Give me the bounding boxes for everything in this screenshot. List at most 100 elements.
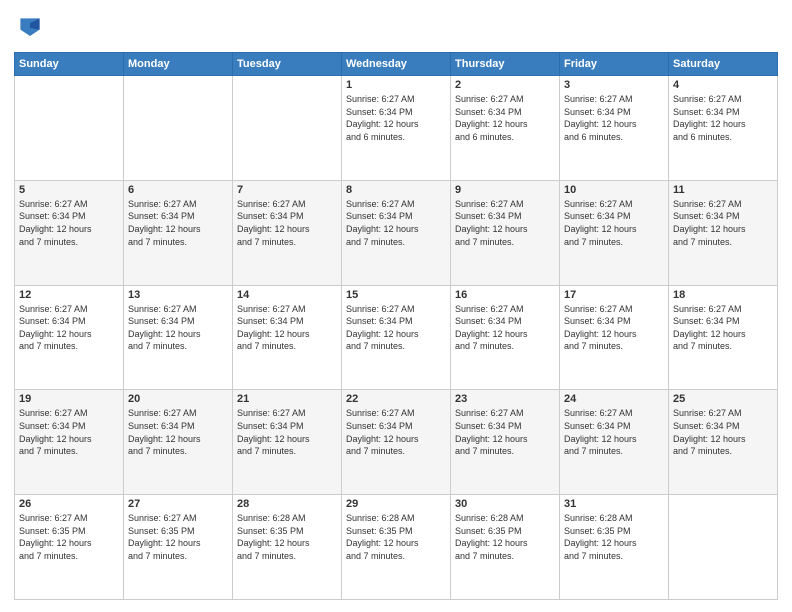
day-number: 24 (564, 393, 664, 405)
calendar-table: SundayMondayTuesdayWednesdayThursdayFrid… (14, 52, 778, 600)
day-number: 10 (564, 184, 664, 196)
day-info: Sunrise: 6:27 AM Sunset: 6:34 PM Dayligh… (673, 407, 773, 457)
calendar-cell: 28 Sunrise: 6:28 AM Sunset: 6:35 PM Dayli… (233, 495, 342, 600)
day-info: Sunrise: 6:27 AM Sunset: 6:34 PM Dayligh… (346, 303, 446, 353)
calendar-cell: 12Sunrise: 6:27 AM Sunset: 6:34 PM Dayli… (15, 285, 124, 390)
day-number: 7 (237, 184, 337, 196)
calendar-cell: 21 Sunrise: 6:27 AM Sunset: 6:34 PM Dayli… (233, 390, 342, 495)
day-number: 3 (564, 79, 664, 91)
day-info: Sunrise: 6:27 AM Sunset: 6:34 PM Dayligh… (455, 93, 555, 143)
day-info: Sunrise: 6:28 AM Sunset: 6:35 PM Dayligh… (346, 512, 446, 562)
column-header-monday: Monday (124, 53, 233, 76)
calendar-cell: 9 Sunrise: 6:27 AM Sunset: 6:34 PM Daylig… (451, 180, 560, 285)
calendar-cell: 23 Sunrise: 6:27 AM Sunset: 6:34 PM Dayli… (451, 390, 560, 495)
column-header-sunday: Sunday (15, 53, 124, 76)
day-number: 25 (673, 393, 773, 405)
day-number: 15 (346, 289, 446, 301)
day-info: Sunrise: 6:27 AM Sunset: 6:34 PM Dayligh… (346, 93, 446, 143)
day-number: 5 (19, 184, 119, 196)
day-info: Sunrise: 6:27 AM Sunset: 6:34 PM Dayligh… (19, 198, 119, 248)
day-number: 22 (346, 393, 446, 405)
calendar-cell: 30Sunrise: 6:28 AM Sunset: 6:35 PM Dayli… (451, 495, 560, 600)
calendar-cell: 16Sunrise: 6:27 AM Sunset: 6:34 PM Dayli… (451, 285, 560, 390)
calendar-week-1: 1Sunrise: 6:27 AM Sunset: 6:34 PM Daylig… (15, 76, 778, 181)
day-info: Sunrise: 6:27 AM Sunset: 6:34 PM Dayligh… (673, 198, 773, 248)
calendar-cell: 14 Sunrise: 6:27 AM Sunset: 6:34 PM Dayli… (233, 285, 342, 390)
day-number: 17 (564, 289, 664, 301)
calendar-cell: 29 Sunrise: 6:28 AM Sunset: 6:35 PM Dayli… (342, 495, 451, 600)
day-info: Sunrise: 6:27 AM Sunset: 6:34 PM Dayligh… (128, 198, 228, 248)
column-header-saturday: Saturday (669, 53, 778, 76)
day-number: 18 (673, 289, 773, 301)
day-info: Sunrise: 6:27 AM Sunset: 6:35 PM Dayligh… (19, 512, 119, 562)
day-number: 29 (346, 498, 446, 510)
day-number: 9 (455, 184, 555, 196)
day-info: Sunrise: 6:27 AM Sunset: 6:34 PM Dayligh… (237, 198, 337, 248)
column-header-friday: Friday (560, 53, 669, 76)
calendar-cell (124, 76, 233, 181)
day-info: Sunrise: 6:27 AM Sunset: 6:34 PM Dayligh… (564, 407, 664, 457)
day-info: Sunrise: 6:27 AM Sunset: 6:34 PM Dayligh… (455, 198, 555, 248)
calendar-cell: 31Sunrise: 6:28 AM Sunset: 6:35 PM Dayli… (560, 495, 669, 600)
calendar-cell: 8 Sunrise: 6:27 AM Sunset: 6:34 PM Daylig… (342, 180, 451, 285)
calendar-cell: 25 Sunrise: 6:27 AM Sunset: 6:34 PM Dayli… (669, 390, 778, 495)
day-info: Sunrise: 6:28 AM Sunset: 6:35 PM Dayligh… (564, 512, 664, 562)
calendar-cell: 3 Sunrise: 6:27 AM Sunset: 6:34 PM Daylig… (560, 76, 669, 181)
day-info: Sunrise: 6:27 AM Sunset: 6:34 PM Dayligh… (564, 93, 664, 143)
calendar-cell: 19 Sunrise: 6:27 AM Sunset: 6:34 PM Dayli… (15, 390, 124, 495)
day-number: 20 (128, 393, 228, 405)
day-number: 8 (346, 184, 446, 196)
day-info: Sunrise: 6:27 AM Sunset: 6:34 PM Dayligh… (19, 407, 119, 457)
day-number: 14 (237, 289, 337, 301)
day-number: 23 (455, 393, 555, 405)
calendar-cell: 17 Sunrise: 6:27 AM Sunset: 6:34 PM Dayli… (560, 285, 669, 390)
generalblue-logo-icon (14, 12, 46, 44)
calendar-cell: 10 Sunrise: 6:27 AM Sunset: 6:34 PM Dayli… (560, 180, 669, 285)
day-number: 21 (237, 393, 337, 405)
calendar-cell: 4Sunrise: 6:27 AM Sunset: 6:34 PM Daylig… (669, 76, 778, 181)
column-header-thursday: Thursday (451, 53, 560, 76)
day-number: 12 (19, 289, 119, 301)
column-header-tuesday: Tuesday (233, 53, 342, 76)
column-header-wednesday: Wednesday (342, 53, 451, 76)
day-info: Sunrise: 6:28 AM Sunset: 6:35 PM Dayligh… (237, 512, 337, 562)
calendar-cell (15, 76, 124, 181)
day-info: Sunrise: 6:27 AM Sunset: 6:34 PM Dayligh… (455, 407, 555, 457)
day-number: 19 (19, 393, 119, 405)
calendar-cell: 2 Sunrise: 6:27 AM Sunset: 6:34 PM Daylig… (451, 76, 560, 181)
calendar-week-4: 19 Sunrise: 6:27 AM Sunset: 6:34 PM Dayli… (15, 390, 778, 495)
calendar-week-3: 12 Sunrise: 6:27 AM Sunset: 6:34 PM Dayli… (15, 285, 778, 390)
header (14, 12, 778, 44)
day-info: Sunrise: 6:27 AM Sunset: 6:34 PM Dayligh… (237, 303, 337, 353)
calendar-cell: 6 Sunrise: 6:27 AM Sunset: 6:34 PM Daylig… (124, 180, 233, 285)
calendar-cell (669, 495, 778, 600)
calendar-week-2: 5 Sunrise: 6:27 AM Sunset: 6:34 PM Daylig… (15, 180, 778, 285)
calendar-header-row: SundayMondayTuesdayWednesdayThursdayFrid… (15, 53, 778, 76)
day-number: 27 (128, 498, 228, 510)
calendar-cell: 15 Sunrise: 6:27 AM Sunset: 6:34 PM Dayli… (342, 285, 451, 390)
calendar-cell: 1Sunrise: 6:27 AM Sunset: 6:34 PM Daylig… (342, 76, 451, 181)
day-info: Sunrise: 6:27 AM Sunset: 6:35 PM Dayligh… (128, 512, 228, 562)
calendar-cell: 22Sunrise: 6:27 AM Sunset: 6:34 PM Dayli… (342, 390, 451, 495)
calendar-cell: 7 Sunrise: 6:27 AM Sunset: 6:34 PM Daylig… (233, 180, 342, 285)
day-number: 16 (455, 289, 555, 301)
day-number: 2 (455, 79, 555, 91)
day-info: Sunrise: 6:27 AM Sunset: 6:34 PM Dayligh… (673, 303, 773, 353)
day-info: Sunrise: 6:27 AM Sunset: 6:34 PM Dayligh… (128, 303, 228, 353)
day-number: 28 (237, 498, 337, 510)
day-number: 6 (128, 184, 228, 196)
calendar-cell (233, 76, 342, 181)
day-number: 26 (19, 498, 119, 510)
day-number: 13 (128, 289, 228, 301)
day-info: Sunrise: 6:27 AM Sunset: 6:34 PM Dayligh… (564, 198, 664, 248)
calendar-cell: 26 Sunrise: 6:27 AM Sunset: 6:35 PM Dayli… (15, 495, 124, 600)
day-info: Sunrise: 6:27 AM Sunset: 6:34 PM Dayligh… (673, 93, 773, 143)
calendar-cell: 13 Sunrise: 6:27 AM Sunset: 6:34 PM Dayli… (124, 285, 233, 390)
day-info: Sunrise: 6:27 AM Sunset: 6:34 PM Dayligh… (346, 198, 446, 248)
day-info: Sunrise: 6:27 AM Sunset: 6:34 PM Dayligh… (564, 303, 664, 353)
day-info: Sunrise: 6:27 AM Sunset: 6:34 PM Dayligh… (237, 407, 337, 457)
day-info: Sunrise: 6:27 AM Sunset: 6:34 PM Dayligh… (128, 407, 228, 457)
day-number: 30 (455, 498, 555, 510)
logo (14, 12, 50, 44)
calendar-cell: 5 Sunrise: 6:27 AM Sunset: 6:34 PM Daylig… (15, 180, 124, 285)
